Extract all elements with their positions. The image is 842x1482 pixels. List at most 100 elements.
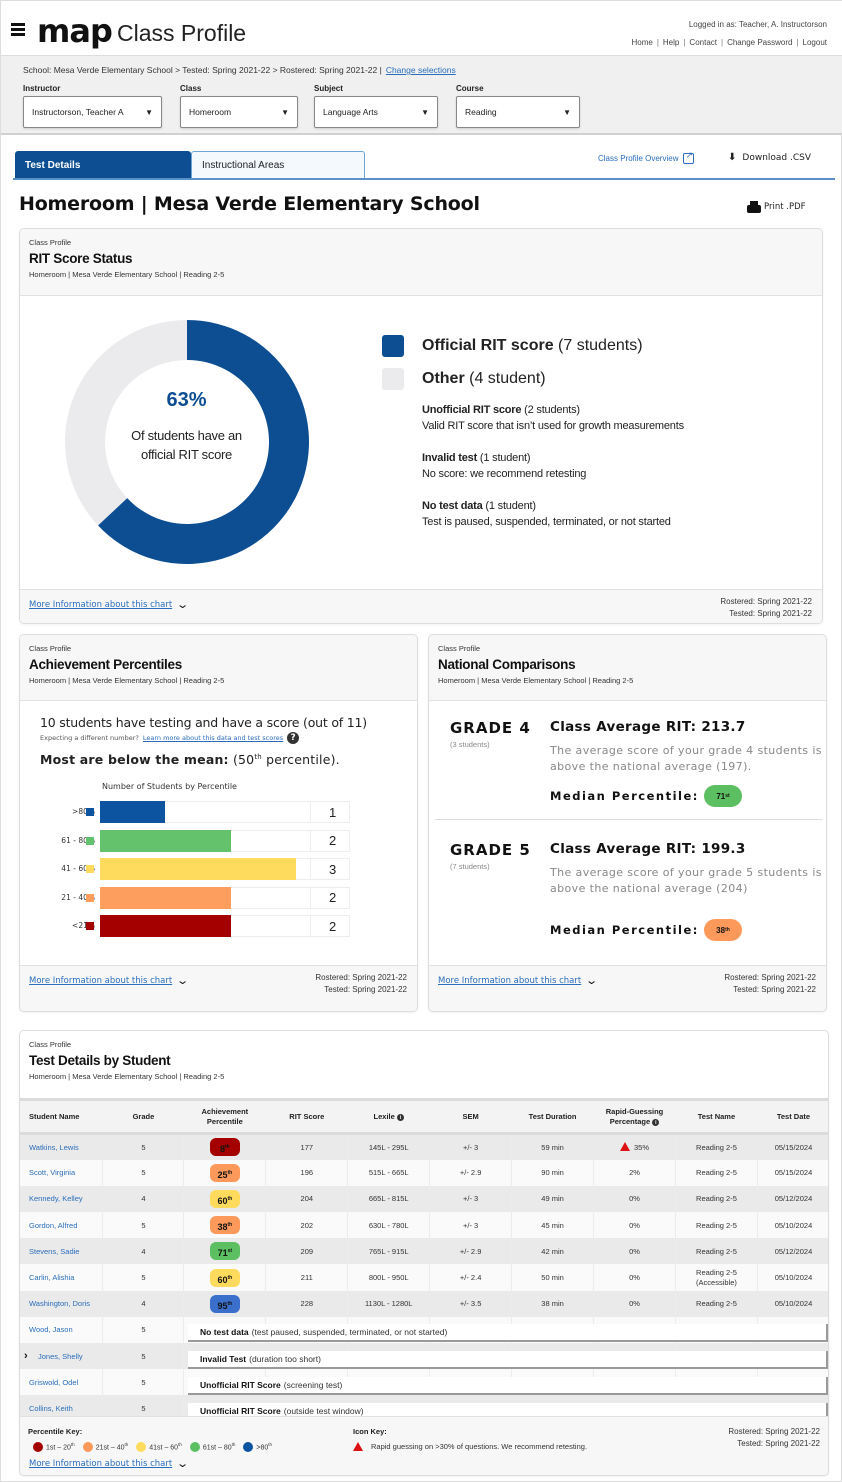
student-name-link[interactable]: Jones, Shelly: [20, 1343, 104, 1370]
nav-logout-link[interactable]: Logout: [803, 38, 827, 47]
table-footer: Percentile Key: 1st – 20th 21st – 40th 41s…: [20, 1416, 828, 1475]
more-info-toggle[interactable]: More Information about this chart ⌄: [438, 974, 598, 987]
nav-change-password-link[interactable]: Change Password: [727, 38, 792, 47]
student-name-link[interactable]: Wood, Jason: [20, 1316, 104, 1343]
class-average-rit: Class Average RIT: 199.3: [550, 841, 746, 857]
bar-row: 21 - 40% 2: [20, 886, 417, 909]
rit-score-cell: 209: [265, 1238, 349, 1265]
col-grade[interactable]: Grade: [102, 1098, 184, 1135]
bar-row: >80% 1: [20, 801, 417, 823]
percentile-badge: 95th: [209, 1294, 240, 1313]
mean-summary: Most are below the mean: (50th percentil…: [40, 752, 340, 767]
class-select[interactable]: Homeroom ▼: [180, 96, 298, 128]
percentile-cell: 60th: [183, 1264, 267, 1291]
card-header: Class Profile Achievement Percentiles Ho…: [20, 635, 417, 701]
tested-term: Tested: Spring 2021-22: [324, 985, 407, 994]
test-name-cell: Reading 2-5: [675, 1212, 758, 1239]
class-profile-overview-link[interactable]: Class Profile Overview: [598, 150, 695, 164]
tab-test-details[interactable]: Test Details: [15, 151, 191, 179]
student-name-link[interactable]: Gordon, Alfred: [20, 1212, 104, 1239]
lexile-cell: 800L - 950L: [347, 1264, 431, 1291]
student-name-link[interactable]: Griswold, Odel: [20, 1369, 104, 1396]
bar[interactable]: [100, 829, 231, 852]
median-percentile-label: Median Percentile:: [550, 923, 699, 937]
instructor-select[interactable]: Instructorson, Teacher A ▼: [23, 96, 162, 128]
rostered-term: Rostered: Spring 2021-22: [720, 597, 812, 606]
col-rapid-guessing[interactable]: Rapid-Guessing Percentage i: [593, 1098, 676, 1135]
percentile-badge: 8th: [209, 1138, 240, 1157]
info-icon[interactable]: i: [396, 1114, 404, 1121]
average-description: The average score of your grade 5 studen…: [550, 866, 822, 895]
bar-value-label: 2: [310, 915, 350, 937]
col-test-name[interactable]: Test Name: [675, 1098, 758, 1135]
more-info-toggle[interactable]: More Information about this chart ⌄: [29, 1457, 189, 1470]
subject-select[interactable]: Language Arts ▼: [314, 96, 438, 128]
bar[interactable]: [100, 858, 296, 880]
change-selections-link[interactable]: Change selections: [386, 65, 456, 75]
info-icon[interactable]: i: [652, 1119, 660, 1126]
chevron-down-icon[interactable]: ⌄: [585, 974, 598, 987]
more-info-toggle[interactable]: More Information about this chart ⌄: [29, 598, 189, 611]
percentile-key-label: 1st – 20th: [46, 1442, 75, 1452]
bar[interactable]: [100, 915, 231, 937]
duration-cell: 49 min: [511, 1185, 595, 1213]
col-rit-score[interactable]: RIT Score: [265, 1098, 348, 1135]
chevron-down-icon[interactable]: ⌄: [176, 1457, 189, 1470]
nav-help-link[interactable]: Help: [663, 38, 679, 47]
detail-invalid: Invalid test (1 student) No score: we re…: [422, 452, 587, 480]
card-kicker: Class Profile: [29, 238, 72, 247]
menu-icon[interactable]: [11, 23, 25, 38]
percentile-key-dot: [136, 1442, 147, 1452]
col-achievement-percentile[interactable]: Achievement Percentile: [183, 1098, 266, 1135]
col-test-duration[interactable]: Test Duration: [511, 1098, 594, 1135]
more-info-link[interactable]: More Information about this chart: [29, 976, 172, 986]
official-swatch: [382, 335, 404, 357]
test-name-cell: Reading 2-5: [675, 1185, 758, 1213]
card-title: National Comparisons: [438, 657, 576, 672]
col-sem[interactable]: SEM: [429, 1098, 512, 1135]
print-pdf-button[interactable]: Print .PDF: [747, 201, 806, 213]
grade-cell: 4: [102, 1290, 185, 1317]
test-name-cell: Reading 2-5: [675, 1290, 758, 1317]
bar[interactable]: [100, 801, 166, 823]
student-name-link[interactable]: Watkins, Lewis: [20, 1133, 104, 1160]
student-name-link[interactable]: Washington, Doris: [20, 1290, 104, 1317]
course-select[interactable]: Reading ▼: [456, 96, 580, 128]
class-value: Homeroom: [189, 107, 232, 117]
card-subtitle: Homeroom | Mesa Verde Elementary School …: [438, 676, 634, 685]
donut-center-label: 63% Of students have an official RIT sco…: [124, 389, 249, 464]
nav-contact-link[interactable]: Contact: [689, 38, 717, 47]
chevron-down-icon[interactable]: ⌄: [176, 598, 189, 611]
nav-home-link[interactable]: Home: [631, 38, 652, 47]
tab-instructional-areas[interactable]: Instructional Areas: [191, 151, 365, 179]
sem-cell: +/- 2.9: [429, 1159, 513, 1186]
rapid-guessing-cell: 2%: [593, 1159, 676, 1186]
rit-score-cell: 177: [265, 1133, 349, 1160]
table-row: Washington, Doris 4 95th 228 1130L - 1280L +/…: [20, 1290, 828, 1317]
more-info-link[interactable]: More Information about this chart: [29, 1459, 172, 1469]
student-name-link[interactable]: Stevens, Sadie: [20, 1238, 104, 1265]
learn-more-link[interactable]: Learn more about this data and test scor…: [143, 734, 283, 742]
duration-cell: 59 min: [511, 1133, 595, 1160]
student-test-table: Student Name Grade Achievement Percentil…: [20, 1098, 828, 1422]
card-footer: More Information about this chart ⌄ Rost…: [20, 965, 417, 1011]
more-info-toggle[interactable]: More Information about this chart ⌄: [29, 974, 189, 987]
duration-cell: 45 min: [511, 1212, 595, 1239]
bar[interactable]: [100, 886, 231, 909]
student-name-link[interactable]: Kennedy, Kelley: [20, 1185, 104, 1213]
col-student-name[interactable]: Student Name: [20, 1098, 103, 1135]
col-lexile[interactable]: Lexile i: [347, 1098, 430, 1135]
chevron-down-icon[interactable]: ⌄: [176, 974, 189, 987]
status-message: Invalid Test (duration too short): [188, 1350, 828, 1369]
download-csv-button[interactable]: ⬇ Download .CSV: [728, 152, 811, 163]
expand-row-chevron-icon[interactable]: ›: [24, 1350, 28, 1362]
more-info-link[interactable]: More Information about this chart: [438, 976, 581, 986]
student-name-link[interactable]: Carlin, Alishia: [20, 1264, 104, 1291]
help-icon[interactable]: ?: [287, 732, 300, 744]
grade-cell: 5: [102, 1343, 185, 1370]
more-info-link[interactable]: More Information about this chart: [29, 600, 172, 610]
student-name-link[interactable]: Scott, Virginia: [20, 1159, 104, 1186]
term-dates: Rostered: Spring 2021-22 Tested: Spring …: [720, 596, 812, 620]
col-test-date[interactable]: Test Date: [757, 1098, 828, 1135]
official-percent: 63%: [166, 389, 207, 411]
